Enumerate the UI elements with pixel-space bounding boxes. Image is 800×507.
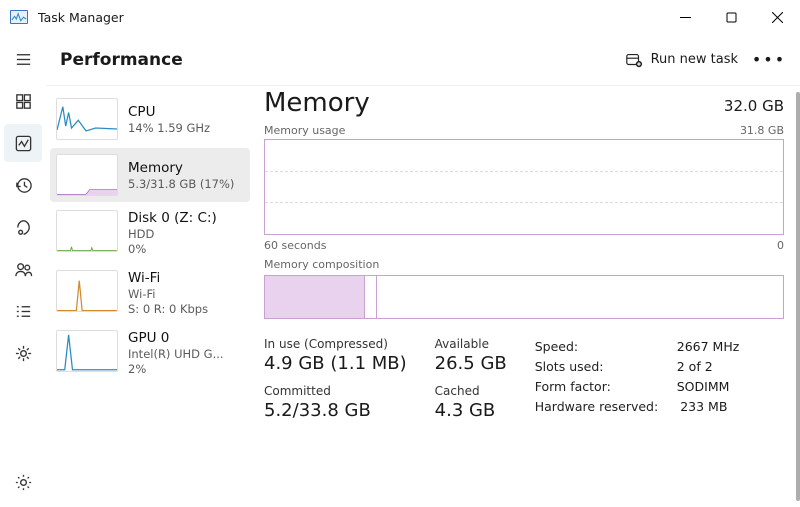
gpu-thumbnail [56, 330, 118, 372]
app-icon [10, 10, 28, 24]
users-icon[interactable] [4, 250, 42, 288]
resource-title: GPU 0 [128, 330, 224, 346]
usage-chart-labels: Memory usage 31.8 GB [264, 124, 784, 137]
resource-item-wifi[interactable]: Wi-Fi Wi-Fi S: 0 R: 0 Kbps [50, 264, 250, 322]
window-controls [662, 0, 800, 34]
more-button[interactable]: ••• [752, 43, 786, 77]
toolbar: Performance Run new task ••• [46, 34, 800, 86]
disk-thumbnail [56, 210, 118, 252]
services-icon[interactable] [4, 334, 42, 372]
detail-pane: Memory 32.0 GB Memory usage 31.8 GB [254, 86, 800, 507]
performance-body: CPU 14% 1.59 GHz Memory 5.3/31.8 GB (17%… [46, 86, 800, 507]
run-new-task-button[interactable]: Run new task [617, 47, 746, 73]
maximize-button[interactable] [708, 0, 754, 34]
title-bar: Task Manager [0, 0, 800, 34]
window-title: Task Manager [38, 10, 124, 25]
usage-label: Memory usage [264, 124, 345, 137]
scrollbar[interactable] [796, 92, 800, 501]
content-area: Performance Run new task ••• [46, 34, 800, 507]
nav-rail [0, 34, 46, 507]
resource-subtitle-2: 0% [128, 242, 217, 256]
resource-title: Memory [128, 160, 234, 176]
memory-capacity: 32.0 GB [724, 97, 784, 115]
detail-header: Memory 32.0 GB [264, 88, 784, 118]
cpu-thumbnail [56, 98, 118, 140]
close-button[interactable] [754, 0, 800, 34]
app-body: Performance Run new task ••• [0, 34, 800, 507]
page-title: Performance [60, 50, 183, 70]
usage-max: 31.8 GB [740, 124, 784, 137]
resource-subtitle: Intel(R) UHD G... [128, 347, 224, 361]
performance-icon[interactable] [4, 124, 42, 162]
menu-icon[interactable] [4, 40, 42, 78]
resource-subtitle: HDD [128, 227, 217, 241]
resource-item-disk[interactable]: Disk 0 (Z: C:) HDD 0% [50, 204, 250, 262]
history-icon[interactable] [4, 166, 42, 204]
run-new-task-label: Run new task [651, 52, 738, 67]
resource-title: Wi-Fi [128, 270, 208, 286]
resource-subtitle: Wi-Fi [128, 287, 208, 301]
details-icon[interactable] [4, 292, 42, 330]
resource-title: CPU [128, 104, 210, 120]
resource-subtitle: 14% 1.59 GHz [128, 121, 210, 135]
memory-thumbnail [56, 154, 118, 196]
resource-subtitle: 5.3/31.8 GB (17%) [128, 177, 234, 191]
resource-item-gpu[interactable]: GPU 0 Intel(R) UHD G... 2% [50, 324, 250, 382]
resource-subtitle-2: 2% [128, 362, 224, 376]
run-task-icon [625, 51, 643, 69]
startup-icon[interactable] [4, 208, 42, 246]
resource-item-cpu[interactable]: CPU 14% 1.59 GHz [50, 92, 250, 146]
wifi-thumbnail [56, 270, 118, 312]
settings-icon[interactable] [4, 463, 42, 501]
ellipsis-icon: ••• [752, 50, 786, 69]
memory-usage-chart[interactable] [264, 139, 784, 235]
resource-title: Disk 0 (Z: C:) [128, 210, 217, 226]
processes-icon[interactable] [4, 82, 42, 120]
resource-subtitle-2: S: 0 R: 0 Kbps [128, 302, 208, 316]
resource-item-memory[interactable]: Memory 5.3/31.8 GB (17%) [50, 148, 250, 202]
detail-title: Memory [264, 88, 370, 118]
minimize-button[interactable] [662, 0, 708, 34]
resource-list: CPU 14% 1.59 GHz Memory 5.3/31.8 GB (17%… [46, 86, 254, 507]
